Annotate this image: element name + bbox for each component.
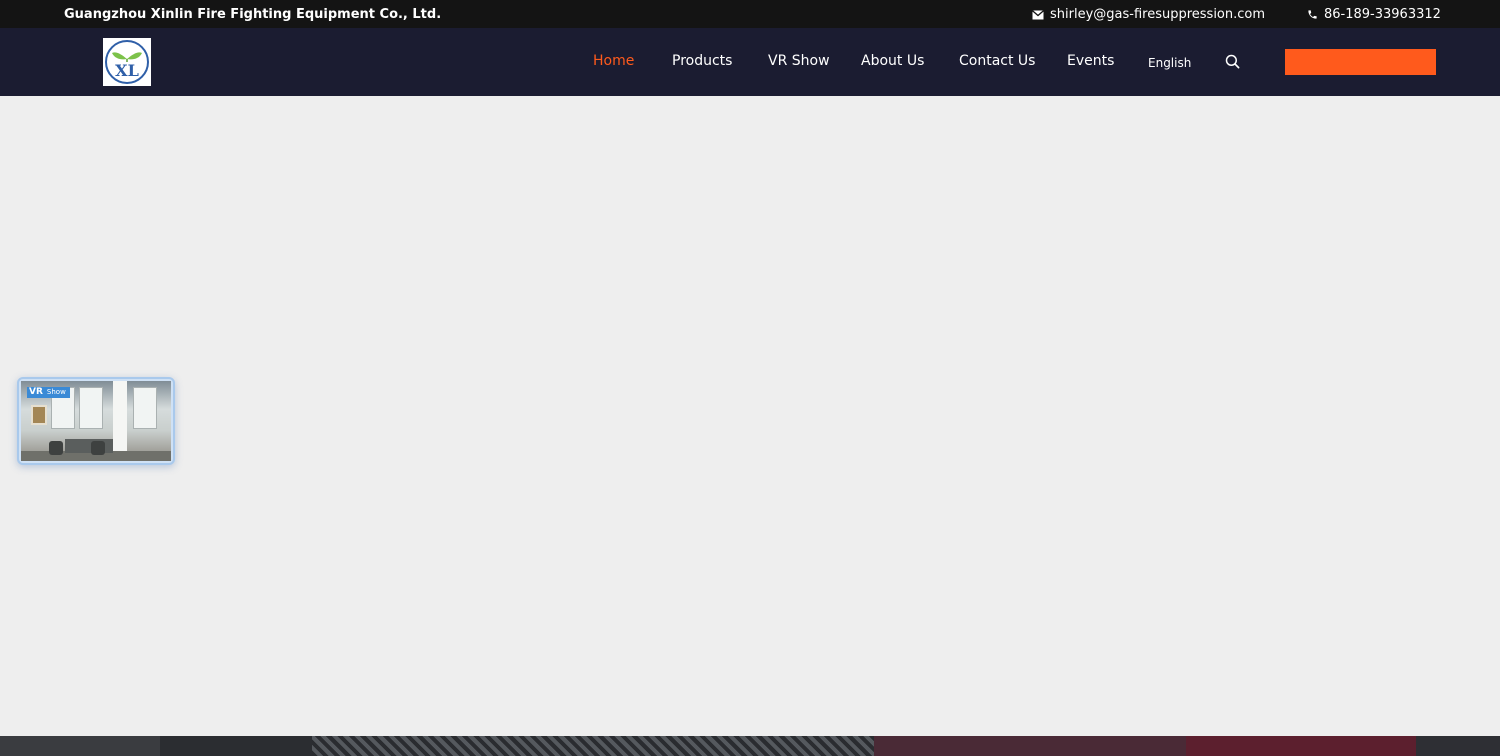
email-address: shirley@gas-firesuppression.com: [1050, 7, 1266, 22]
xl-logo-icon: XL: [105, 40, 149, 84]
phone-icon: [1308, 10, 1317, 19]
phone-number: 86-189-33963312: [1324, 7, 1441, 22]
envelope-icon: [1032, 9, 1044, 19]
vr-badge-show-label: Show: [46, 388, 66, 396]
nav-contact-us[interactable]: Contact Us: [959, 53, 1035, 69]
nav-home[interactable]: Home: [593, 53, 634, 69]
logo-text: XL: [115, 61, 139, 80]
search-icon: [1225, 54, 1240, 69]
vr-show-badge: VR Show: [27, 387, 70, 398]
email-contact[interactable]: shirley@gas-firesuppression.com: [1032, 7, 1265, 22]
nav-vr-show[interactable]: VR Show: [768, 53, 830, 69]
company-name: Guangzhou Xinlin Fire Fighting Equipment…: [64, 7, 442, 22]
vr-panorama-thumbnail: VR Show: [21, 381, 171, 461]
main-navigation-bar: XL Home Products VR Show About Us Contac…: [0, 28, 1500, 96]
get-quote-button[interactable]: [1285, 49, 1436, 75]
nav-products[interactable]: Products: [672, 53, 732, 69]
company-logo[interactable]: XL: [103, 38, 151, 86]
language-selector[interactable]: English: [1148, 56, 1191, 70]
nav-about-us[interactable]: About Us: [861, 53, 924, 69]
vr-show-widget[interactable]: VR Show: [17, 377, 175, 465]
nav-events[interactable]: Events: [1067, 53, 1114, 69]
search-button[interactable]: [1225, 54, 1240, 73]
product-banner-strip: [0, 736, 1500, 756]
top-info-bar: Guangzhou Xinlin Fire Fighting Equipment…: [0, 0, 1500, 28]
hero-banner-area: [0, 96, 1500, 736]
phone-contact[interactable]: 86-189-33963312: [1307, 7, 1441, 22]
vr-badge-label: VR: [29, 387, 43, 397]
